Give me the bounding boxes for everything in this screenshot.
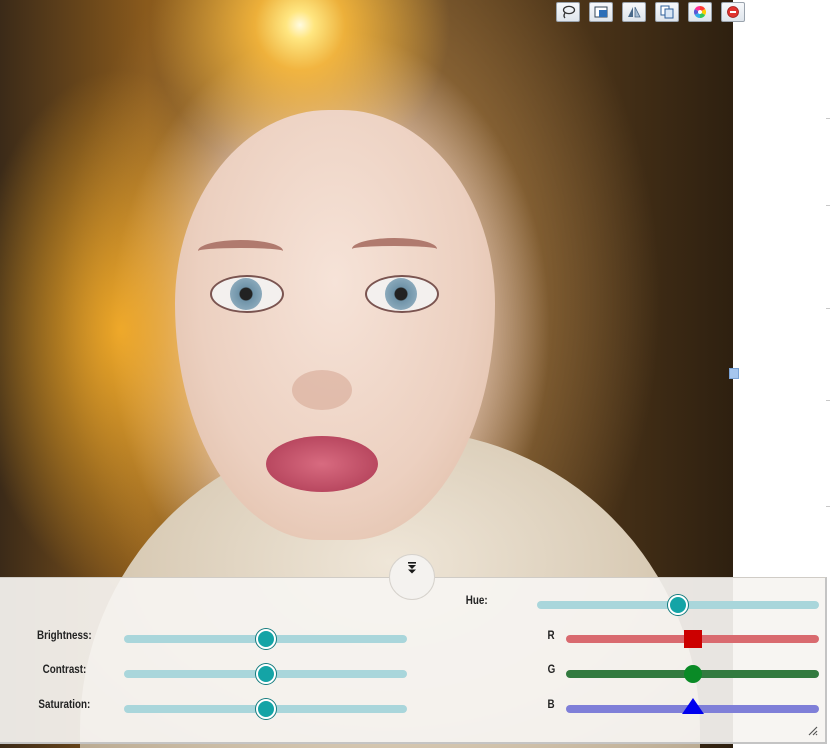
blue-slider[interactable] [566, 698, 819, 714]
green-slider[interactable] [566, 665, 819, 683]
hue-label: Hue: [466, 593, 488, 607]
contrast-slider[interactable] [124, 664, 407, 684]
r-label: R [547, 628, 555, 642]
hue-slider[interactable] [537, 595, 819, 615]
flip-button[interactable] [622, 2, 646, 22]
red-square-knob[interactable] [683, 630, 702, 648]
collapse-panel-button[interactable] [389, 554, 435, 600]
edge-tick [826, 308, 830, 309]
photo-nose [292, 370, 352, 410]
crop-icon [594, 6, 608, 18]
brightness-slider[interactable] [124, 629, 407, 649]
photo-left-eye [210, 275, 284, 313]
resize-handle[interactable] [729, 368, 739, 379]
hue-knob[interactable] [668, 595, 688, 615]
saturation-label: Saturation: [38, 697, 90, 711]
photo-lips [266, 436, 378, 492]
copy-icon [660, 5, 674, 19]
lasso-icon [562, 5, 576, 19]
brightness-label: Brightness: [37, 628, 92, 642]
color-wheel-button[interactable] [688, 2, 712, 22]
color-wheel-icon [693, 5, 707, 18]
resize-grip-icon[interactable] [806, 724, 818, 736]
green-circle-knob[interactable] [683, 665, 702, 683]
photo-right-eye [365, 275, 439, 313]
edge-tick [826, 118, 830, 119]
edge-tick [826, 506, 830, 507]
brightness-knob[interactable] [255, 629, 276, 649]
edge-tick [826, 205, 830, 206]
double-chevron-down-icon [408, 562, 416, 574]
red-slider[interactable] [566, 630, 819, 648]
flip-icon [628, 6, 641, 18]
image-toolbar [556, 2, 745, 22]
edge-tick [826, 400, 830, 401]
saturation-knob[interactable] [255, 699, 276, 719]
saturation-slider[interactable] [124, 699, 407, 719]
copy-button[interactable] [655, 2, 679, 22]
g-label: G [547, 662, 555, 676]
lasso-button[interactable] [556, 2, 580, 22]
crop-button[interactable] [589, 2, 613, 22]
blue-triangle-knob[interactable] [681, 698, 704, 714]
contrast-knob[interactable] [255, 664, 276, 684]
adjustments-panel: Brightness: Contrast: Saturation: Hue: R… [0, 577, 827, 744]
b-label: B [547, 697, 555, 711]
photo-right-brow [352, 238, 437, 260]
close-icon [727, 6, 739, 18]
photo-left-brow [198, 240, 283, 262]
contrast-label: Contrast: [42, 662, 86, 676]
close-button[interactable] [721, 2, 745, 22]
